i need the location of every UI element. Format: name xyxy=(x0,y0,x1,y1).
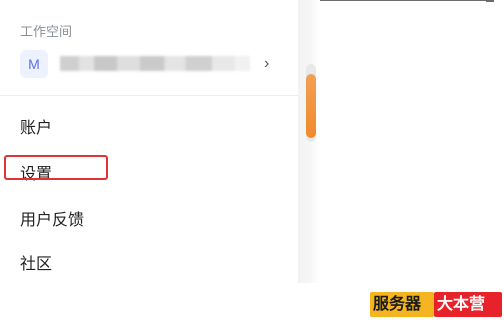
menu-item-account[interactable]: 账户 xyxy=(20,114,52,138)
scrollbar-thumb[interactable] xyxy=(306,74,316,138)
workspace-avatar: M xyxy=(20,50,48,78)
chevron-right-icon: › xyxy=(264,55,270,72)
workspace-menu-panel: 工作空间 M › 账户 设置 用户反馈 社区 xyxy=(0,0,300,283)
workspace-name-blurred xyxy=(60,56,250,71)
watermark-part-1: 服务器 xyxy=(370,292,434,317)
menu-item-feedback[interactable]: 用户反馈 xyxy=(20,206,84,230)
workspace-switcher[interactable]: M › xyxy=(14,48,280,82)
settings-highlight-annotation xyxy=(4,155,108,180)
menu-divider xyxy=(0,95,300,96)
top-right-edge xyxy=(486,0,494,2)
menu-item-community[interactable]: 社区 xyxy=(20,250,52,274)
workspace-section-label: 工作空间 xyxy=(20,24,73,39)
watermark-part-2: 大本营 xyxy=(434,292,502,317)
